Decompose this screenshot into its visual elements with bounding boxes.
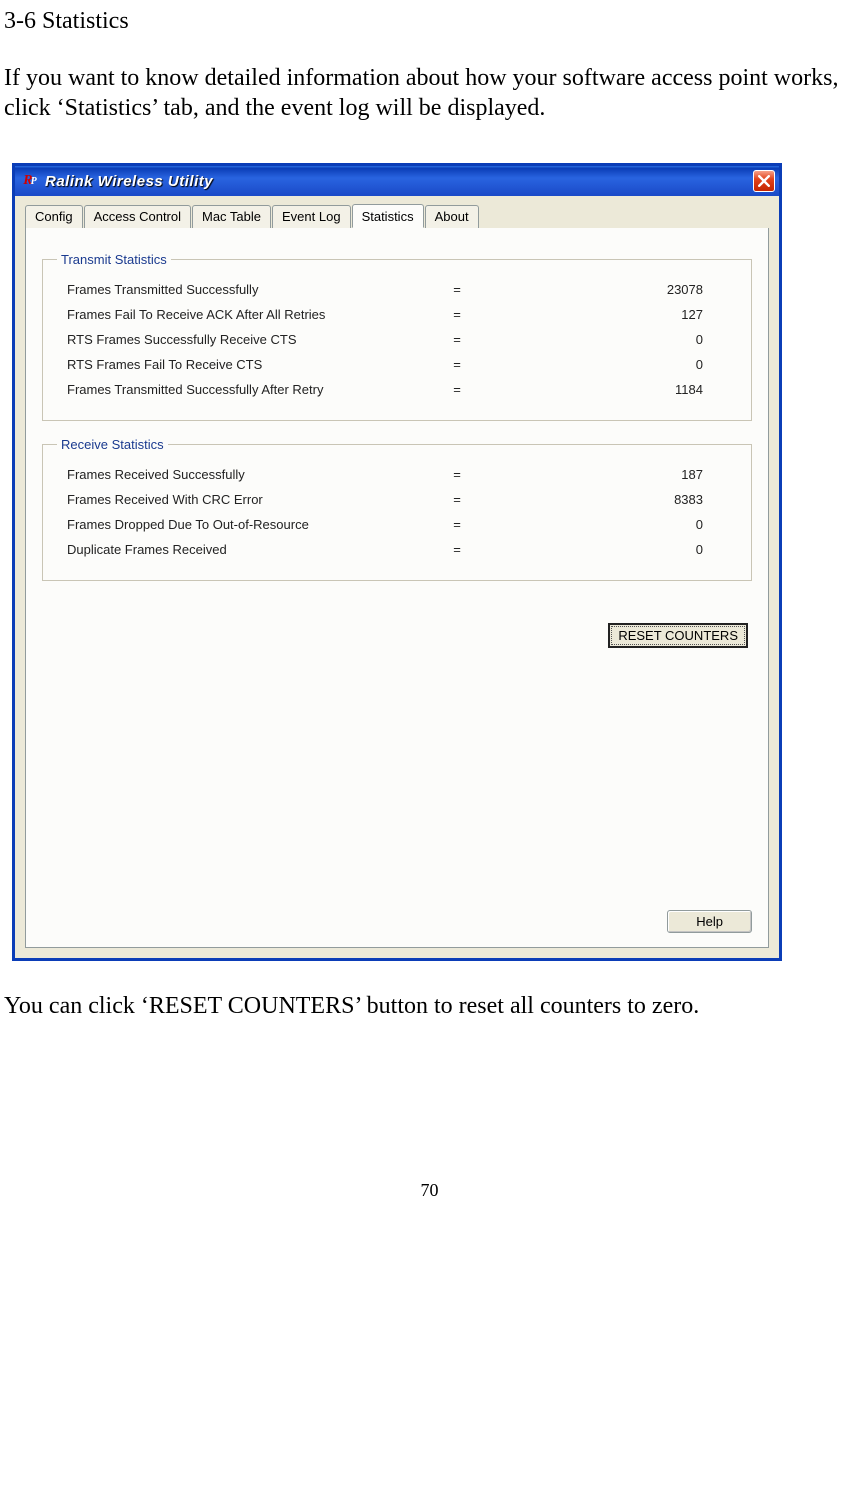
help-button[interactable]: Help xyxy=(667,910,752,933)
stat-value: 1184 xyxy=(477,382,737,397)
stat-value: 8383 xyxy=(477,492,737,507)
stat-label: Frames Transmitted Successfully xyxy=(57,282,437,297)
close-icon xyxy=(758,175,770,187)
stat-row: Frames Received With CRC Error = 8383 xyxy=(57,487,737,512)
page-number: 70 xyxy=(4,1180,855,1201)
stat-label: Duplicate Frames Received xyxy=(57,542,437,557)
stat-label: RTS Frames Successfully Receive CTS xyxy=(57,332,437,347)
intro-paragraph: If you want to know detailed information… xyxy=(4,63,855,123)
stat-value: 187 xyxy=(477,467,737,482)
equals-sign: = xyxy=(437,332,477,347)
equals-sign: = xyxy=(437,282,477,297)
stat-label: Frames Received Successfully xyxy=(57,467,437,482)
section-heading: 3-6 Statistics xyxy=(4,8,855,35)
stat-row: Frames Dropped Due To Out-of-Resource = … xyxy=(57,512,737,537)
client-area: Config Access Control Mac Table Event Lo… xyxy=(15,196,779,958)
equals-sign: = xyxy=(437,492,477,507)
stat-row: Duplicate Frames Received = 0 xyxy=(57,537,737,562)
reset-counters-button[interactable]: RESET COUNTERS xyxy=(608,623,748,648)
stat-label: Frames Transmitted Successfully After Re… xyxy=(57,382,437,397)
equals-sign: = xyxy=(437,467,477,482)
equals-sign: = xyxy=(437,357,477,372)
stat-label: Frames Fail To Receive ACK After All Ret… xyxy=(57,307,437,322)
stat-row: Frames Transmitted Successfully = 23078 xyxy=(57,277,737,302)
title-bar[interactable]: RP Ralink Wireless Utility xyxy=(15,166,779,196)
equals-sign: = xyxy=(437,542,477,557)
close-button[interactable] xyxy=(753,170,775,192)
app-window: RP Ralink Wireless Utility Config Access… xyxy=(12,163,782,961)
tab-mac-table[interactable]: Mac Table xyxy=(192,205,271,229)
stat-value: 0 xyxy=(477,357,737,372)
stat-value: 0 xyxy=(477,542,737,557)
transmit-legend: Transmit Statistics xyxy=(57,252,171,267)
app-icon: RP xyxy=(21,172,39,190)
equals-sign: = xyxy=(437,382,477,397)
stat-row: RTS Frames Fail To Receive CTS = 0 xyxy=(57,352,737,377)
stat-row: Frames Transmitted Successfully After Re… xyxy=(57,377,737,402)
stat-value: 127 xyxy=(477,307,737,322)
equals-sign: = xyxy=(437,307,477,322)
reset-row: RESET COUNTERS xyxy=(42,597,752,648)
stat-label: Frames Received With CRC Error xyxy=(57,492,437,507)
stat-value: 0 xyxy=(477,332,737,347)
tab-event-log[interactable]: Event Log xyxy=(272,205,351,229)
tab-config[interactable]: Config xyxy=(25,205,83,229)
stat-value: 23078 xyxy=(477,282,737,297)
window-title: Ralink Wireless Utility xyxy=(45,173,753,190)
stat-label: RTS Frames Fail To Receive CTS xyxy=(57,357,437,372)
tab-access-control[interactable]: Access Control xyxy=(84,205,191,229)
stat-row: Frames Fail To Receive ACK After All Ret… xyxy=(57,302,737,327)
transmit-group: Transmit Statistics Frames Transmitted S… xyxy=(42,252,752,421)
footer-paragraph: You can click ‘RESET COUNTERS’ button to… xyxy=(4,993,855,1020)
tab-statistics[interactable]: Statistics xyxy=(352,204,424,228)
stat-row: Frames Received Successfully = 187 xyxy=(57,462,737,487)
tab-panel-statistics: Transmit Statistics Frames Transmitted S… xyxy=(25,228,769,948)
bottom-button-bar: Help xyxy=(667,910,752,933)
stat-label: Frames Dropped Due To Out-of-Resource xyxy=(57,517,437,532)
equals-sign: = xyxy=(437,517,477,532)
receive-legend: Receive Statistics xyxy=(57,437,168,452)
tab-about[interactable]: About xyxy=(425,205,479,229)
stat-row: RTS Frames Successfully Receive CTS = 0 xyxy=(57,327,737,352)
tab-strip: Config Access Control Mac Table Event Lo… xyxy=(25,204,769,229)
stat-value: 0 xyxy=(477,517,737,532)
receive-group: Receive Statistics Frames Received Succe… xyxy=(42,437,752,581)
